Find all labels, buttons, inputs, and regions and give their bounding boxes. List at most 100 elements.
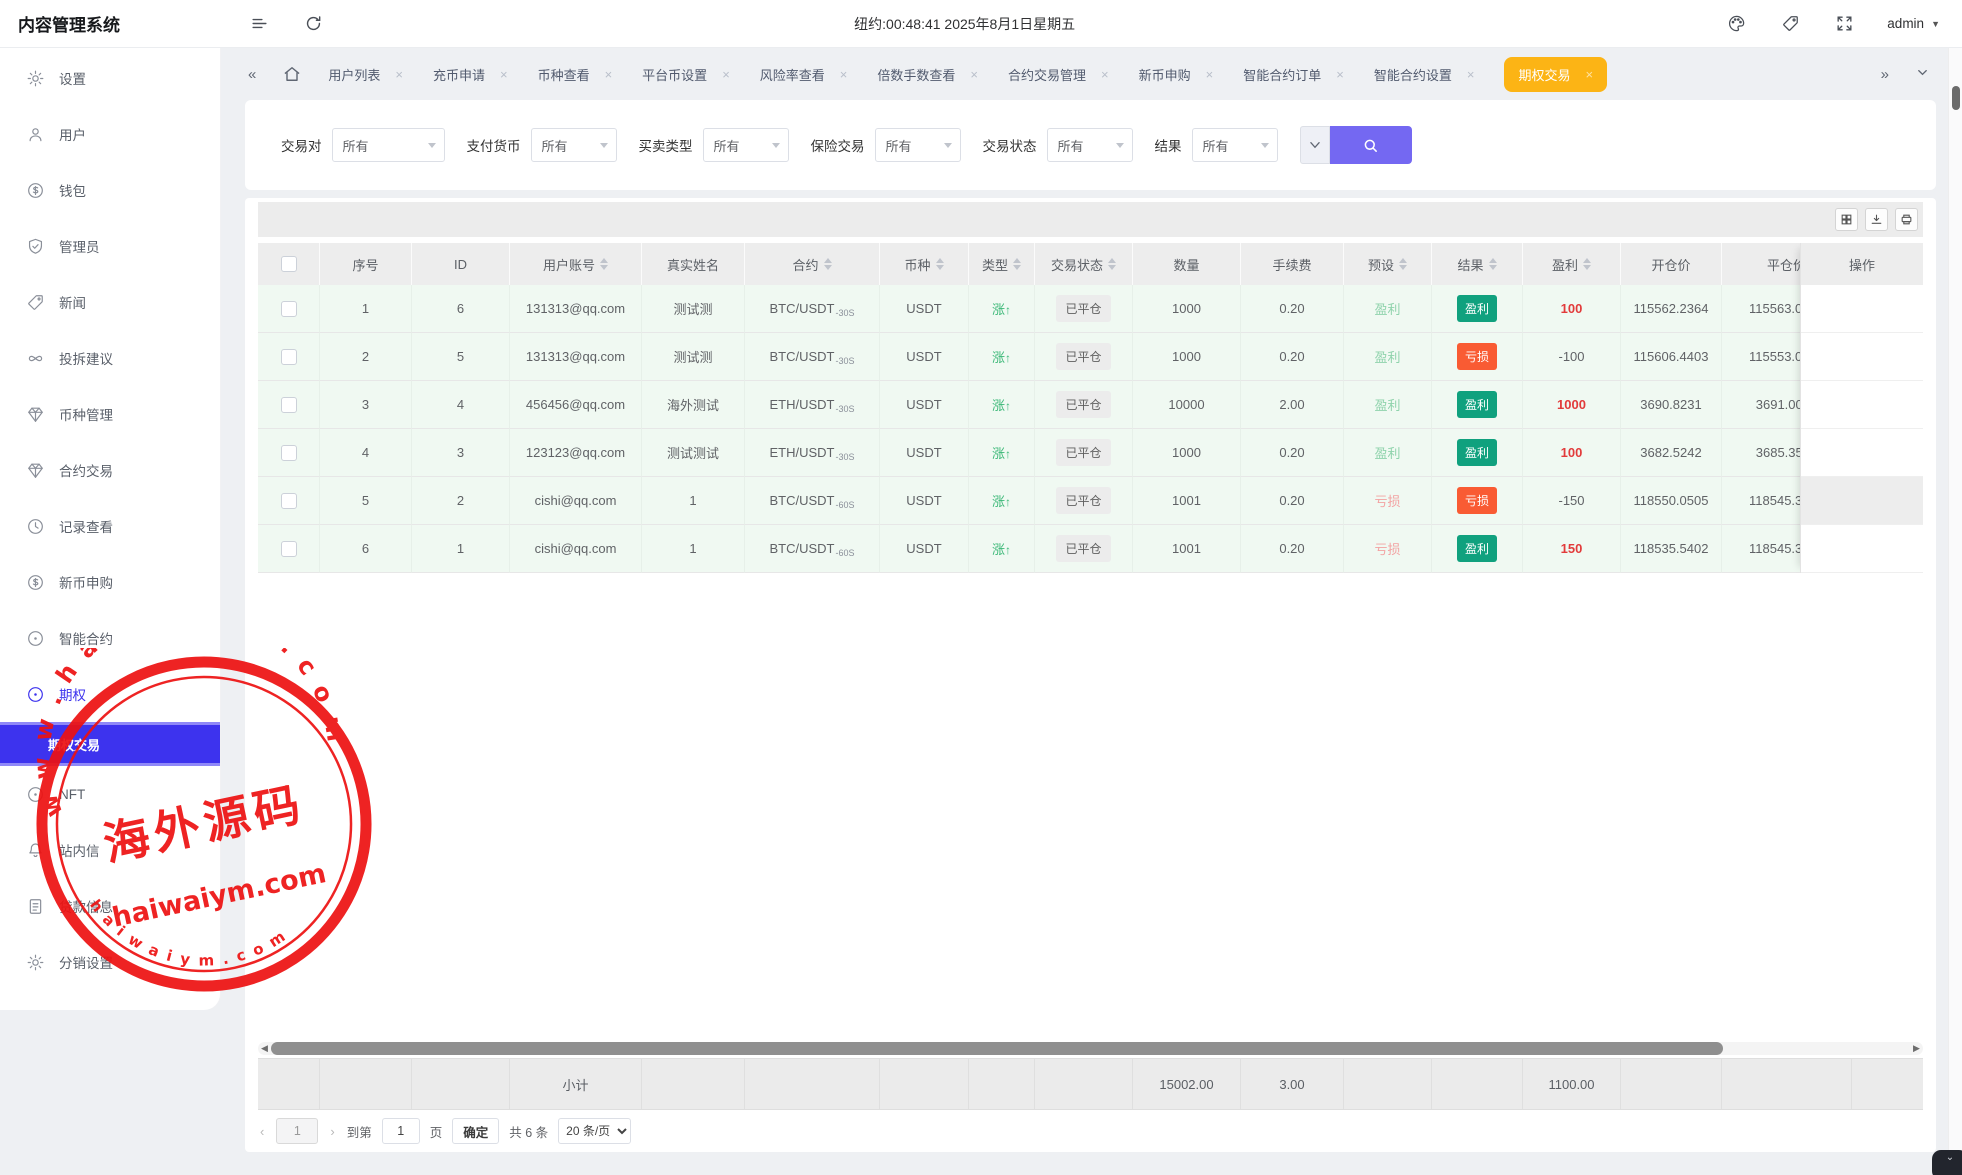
home-tab-icon[interactable]	[282, 64, 302, 84]
sidebar-item-records[interactable]: 记录查看	[0, 498, 220, 554]
sort-desc-icon[interactable]	[824, 265, 832, 270]
close-icon[interactable]: ×	[1467, 67, 1475, 82]
row-checkbox[interactable]	[281, 445, 297, 461]
row-checkbox[interactable]	[281, 301, 297, 317]
close-icon[interactable]: ×	[722, 67, 730, 82]
close-icon[interactable]: ×	[395, 67, 403, 82]
close-icon[interactable]: ×	[1101, 67, 1109, 82]
sort-asc-icon[interactable]	[1108, 258, 1116, 263]
filter-select-result[interactable]: 所有	[1192, 128, 1278, 162]
sort-desc-icon[interactable]	[1013, 265, 1021, 270]
sort-desc-icon[interactable]	[936, 265, 944, 270]
sidebar-item-loan-info[interactable]: 贷款信息	[0, 878, 220, 934]
filter-select-pay-currency[interactable]: 所有	[531, 128, 617, 162]
tab-倍数手数查看[interactable]: 倍数手数查看×	[877, 65, 978, 84]
row-checkbox[interactable]	[281, 349, 297, 365]
header-cell-result[interactable]: 结果	[1432, 243, 1523, 285]
sort-icon[interactable]	[1489, 258, 1497, 270]
filter-select-insurance[interactable]: 所有	[875, 128, 961, 162]
filter-expand-toggle[interactable]	[1300, 126, 1330, 164]
filter-select-trade-status[interactable]: 所有	[1047, 128, 1133, 162]
header-cell-coin[interactable]: 币种	[880, 243, 969, 285]
tab-期权交易[interactable]: 期权交易×	[1504, 57, 1607, 92]
next-page-icon[interactable]: ›	[328, 1124, 336, 1139]
sidebar-item-messages[interactable]: 站内信	[0, 822, 220, 878]
sidebar-item-news[interactable]: 新闻	[0, 274, 220, 330]
sidebar-item-smart-contract[interactable]: 智能合约	[0, 610, 220, 666]
prev-page-icon[interactable]: ‹	[258, 1124, 266, 1139]
tab-智能合约设置[interactable]: 智能合约设置×	[1374, 65, 1475, 84]
sort-icon[interactable]	[824, 258, 832, 270]
tab-币种查看[interactable]: 币种查看×	[538, 65, 613, 84]
sort-asc-icon[interactable]	[1489, 258, 1497, 263]
sidebar-item-wallet[interactable]: 钱包	[0, 162, 220, 218]
header-cell-contract[interactable]: 合约	[745, 243, 880, 285]
sort-desc-icon[interactable]	[1489, 265, 1497, 270]
horizontal-scrollbar-thumb[interactable]	[271, 1042, 1723, 1055]
sidebar-item-distribution[interactable]: 分销设置	[0, 934, 220, 990]
sort-desc-icon[interactable]	[1108, 265, 1116, 270]
page-number-button[interactable]: 1	[276, 1118, 318, 1144]
sidebar-collapse-icon[interactable]	[248, 13, 270, 35]
scroll-right-arrow-icon[interactable]: ▶	[1910, 1042, 1923, 1055]
search-button[interactable]	[1330, 126, 1412, 164]
tab-风险率查看[interactable]: 风险率查看×	[760, 65, 848, 84]
sort-desc-icon[interactable]	[1583, 265, 1591, 270]
tag-icon[interactable]	[1779, 13, 1801, 35]
tab-新币申购[interactable]: 新币申购×	[1139, 65, 1214, 84]
sidebar-item-users[interactable]: 用户	[0, 106, 220, 162]
fullscreen-icon[interactable]	[1833, 13, 1855, 35]
sort-asc-icon[interactable]	[1583, 258, 1591, 263]
sort-asc-icon[interactable]	[600, 258, 608, 263]
sort-icon[interactable]	[936, 258, 944, 270]
sidebar-item-feedback[interactable]: 投拆建议	[0, 330, 220, 386]
sidebar-subitem-options-trade[interactable]: 期权交易	[0, 722, 220, 766]
page-size-select[interactable]: 20 条/页	[558, 1118, 631, 1144]
close-icon[interactable]: ×	[970, 67, 978, 82]
export-icon[interactable]	[1865, 208, 1888, 231]
sidebar-item-new-coin[interactable]: 新币申购	[0, 554, 220, 610]
vertical-scrollbar[interactable]	[1948, 48, 1962, 1175]
admin-menu[interactable]: admin ▼	[1887, 16, 1940, 31]
sort-icon[interactable]	[1013, 258, 1021, 270]
tabs-scroll-left-icon[interactable]: «	[248, 66, 256, 83]
tab-合约交易管理[interactable]: 合约交易管理×	[1008, 65, 1109, 84]
goto-page-input[interactable]	[382, 1118, 420, 1144]
header-cell-profit[interactable]: 盈利	[1523, 243, 1621, 285]
sort-icon[interactable]	[1583, 258, 1591, 270]
sort-desc-icon[interactable]	[1399, 265, 1407, 270]
close-icon[interactable]: ×	[1336, 67, 1344, 82]
refresh-icon[interactable]	[302, 13, 324, 35]
sidebar-item-coin-manage[interactable]: 币种管理	[0, 386, 220, 442]
sort-asc-icon[interactable]	[936, 258, 944, 263]
vertical-scrollbar-thumb[interactable]	[1952, 86, 1960, 110]
close-icon[interactable]: ×	[500, 67, 508, 82]
horizontal-scrollbar[interactable]: ◀ ▶	[258, 1042, 1923, 1055]
goto-confirm-button[interactable]: 确定	[452, 1118, 499, 1144]
sort-asc-icon[interactable]	[1399, 258, 1407, 263]
close-icon[interactable]: ×	[605, 67, 613, 82]
tab-充币申请[interactable]: 充币申请×	[433, 65, 508, 84]
tabs-scroll-right-icon[interactable]: »	[1881, 66, 1889, 83]
sidebar-item-options[interactable]: 期权	[0, 666, 220, 722]
tabs-menu-icon[interactable]	[1915, 65, 1930, 84]
sort-icon[interactable]	[600, 258, 608, 270]
header-cell-preset[interactable]: 预设	[1344, 243, 1432, 285]
sort-asc-icon[interactable]	[824, 258, 832, 263]
close-icon[interactable]: ×	[1206, 67, 1214, 82]
tab-智能合约订单[interactable]: 智能合约订单×	[1243, 65, 1344, 84]
scroll-left-arrow-icon[interactable]: ◀	[258, 1042, 271, 1055]
filter-select-trade-type[interactable]: 所有	[703, 128, 789, 162]
sort-icon[interactable]	[1108, 258, 1116, 270]
header-cell-type[interactable]: 类型	[969, 243, 1035, 285]
filter-select-pair[interactable]: 所有	[332, 128, 445, 162]
sidebar-item-nft[interactable]: NFT	[0, 766, 220, 822]
close-icon[interactable]: ×	[1585, 67, 1593, 82]
row-checkbox[interactable]	[281, 541, 297, 557]
header-cell-status[interactable]: 交易状态	[1035, 243, 1133, 285]
sort-desc-icon[interactable]	[600, 265, 608, 270]
row-checkbox[interactable]	[281, 397, 297, 413]
print-icon[interactable]	[1895, 208, 1918, 231]
header-cell-account[interactable]: 用户账号	[510, 243, 642, 285]
sidebar-item-admins[interactable]: 管理员	[0, 218, 220, 274]
